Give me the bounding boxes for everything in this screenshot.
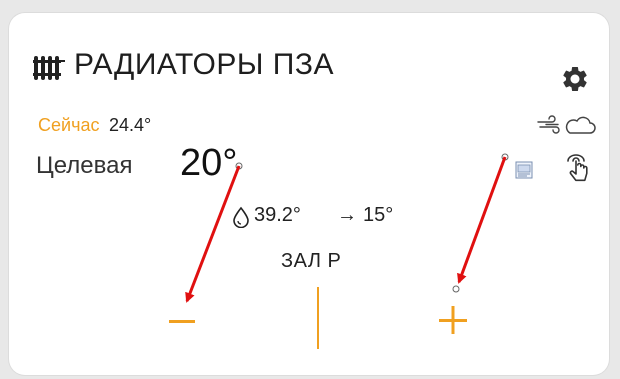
wind-icon xyxy=(537,115,560,134)
minus-icon xyxy=(169,320,195,323)
target-temp-label: Целевая xyxy=(36,152,133,179)
arrow-right-icon: → xyxy=(337,204,357,226)
radiator-icon xyxy=(33,56,65,80)
touch-icon[interactable] xyxy=(564,152,592,186)
room-label: ЗАЛ Р xyxy=(281,250,342,272)
decrease-temp-button[interactable] xyxy=(166,297,198,343)
plus-icon xyxy=(439,306,467,334)
card-title: РАДИАТОРЫ ПЗА xyxy=(74,48,334,81)
current-temp-value: 24.4° xyxy=(109,115,152,135)
controls-divider xyxy=(317,287,319,349)
cloud-icon xyxy=(565,116,596,134)
current-temp-label: Сейчас xyxy=(38,115,100,135)
target-temp-value: 20° xyxy=(180,142,238,184)
gear-icon[interactable] xyxy=(560,64,590,94)
wind-cloud-icon xyxy=(537,115,596,134)
increase-temp-button[interactable] xyxy=(433,294,473,342)
water-temp-value: 39.2° xyxy=(254,204,301,226)
setpoint-value: 15° xyxy=(363,204,394,226)
schedule-icon[interactable] xyxy=(515,161,533,179)
water-drop-icon xyxy=(233,206,249,228)
